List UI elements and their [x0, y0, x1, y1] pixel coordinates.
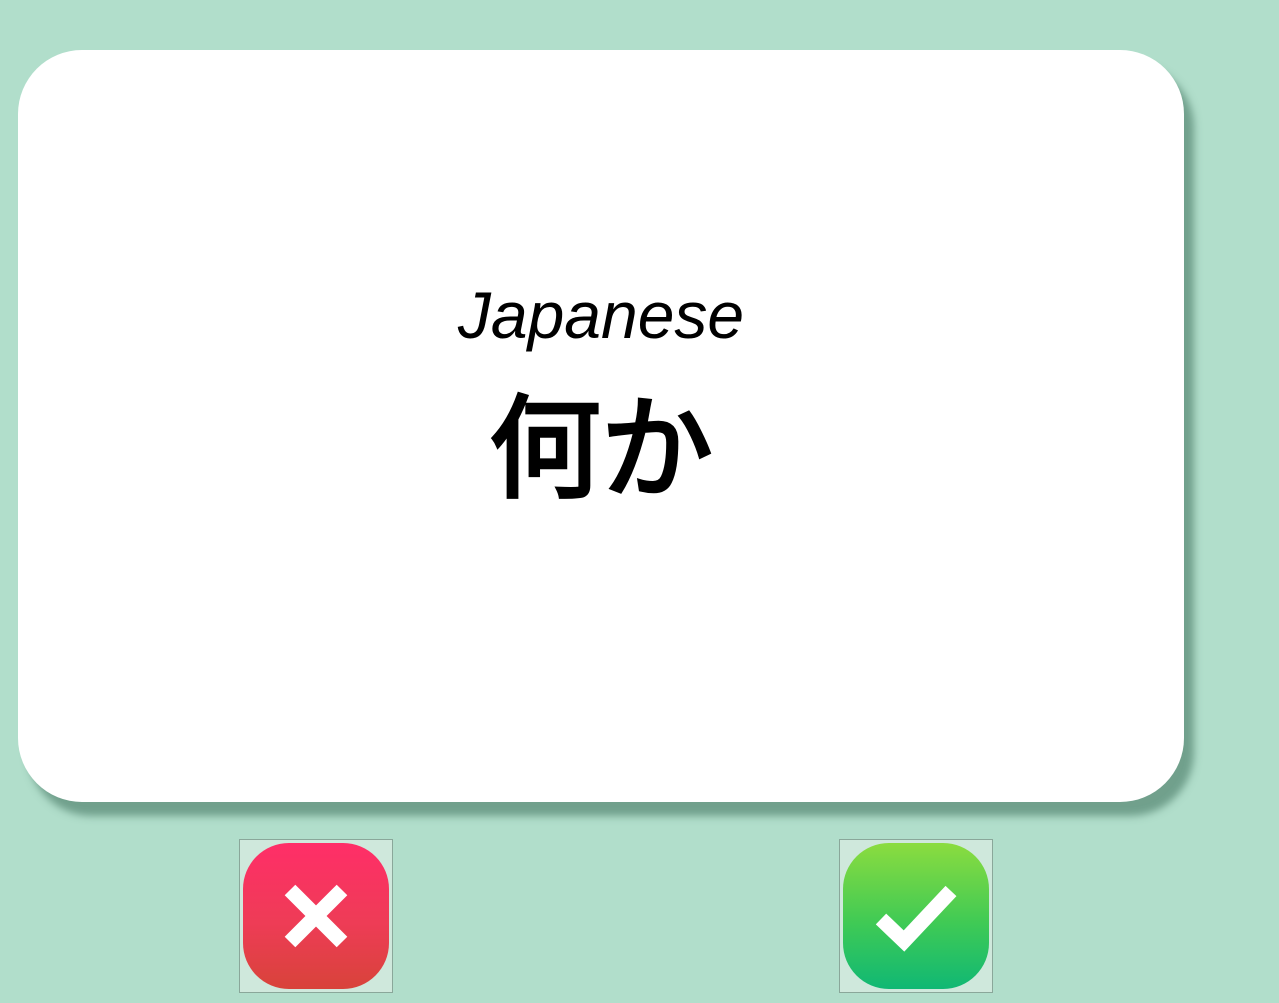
- wrong-button-face: [243, 843, 389, 989]
- close-icon: [284, 884, 348, 948]
- wrong-button[interactable]: [239, 839, 393, 993]
- flashcard-screen: Japanese 何か: [0, 0, 1279, 1003]
- correct-button[interactable]: [839, 839, 993, 993]
- language-label: Japanese: [457, 278, 745, 352]
- term-text: 何か: [489, 385, 713, 515]
- correct-button-face: [843, 843, 989, 989]
- check-icon: [875, 885, 957, 952]
- flashcard[interactable]: Japanese 何か: [18, 50, 1184, 802]
